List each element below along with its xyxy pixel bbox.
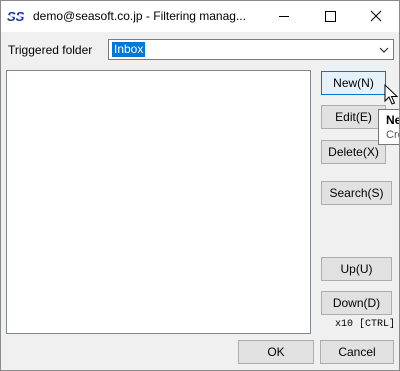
ok-button[interactable]: OK xyxy=(238,340,314,364)
cancel-button[interactable]: Cancel xyxy=(320,340,394,364)
chevron-down-icon xyxy=(379,47,389,53)
step-hint: x10 [CTRL] xyxy=(335,319,396,330)
filter-rules-list[interactable] xyxy=(6,70,311,334)
minimize-button[interactable] xyxy=(261,1,307,32)
title-bar[interactable]: SS demo@seasoft.co.jp - Filtering manag.… xyxy=(1,1,399,32)
window-title: demo@seasoft.co.jp - Filtering manag... xyxy=(33,9,246,23)
maximize-button[interactable] xyxy=(307,1,353,32)
up-button[interactable]: Up(U) xyxy=(321,257,392,281)
seasoft-logo-icon: SS xyxy=(7,9,25,23)
folder-select[interactable]: Inbox xyxy=(108,39,394,60)
delete-button[interactable]: Delete(X) xyxy=(321,140,386,164)
new-button-tooltip: Ne Cre xyxy=(378,109,400,145)
tooltip-text: Cre xyxy=(386,129,399,141)
close-icon xyxy=(370,10,382,22)
close-button[interactable] xyxy=(353,1,399,32)
triggered-folder-label: Triggered folder xyxy=(8,43,93,57)
maximize-icon xyxy=(325,11,336,22)
mouse-pointer-icon xyxy=(384,84,398,105)
search-button[interactable]: Search(S) xyxy=(321,181,392,205)
tooltip-title: Ne xyxy=(386,113,400,127)
filtering-manager-window: SS demo@seasoft.co.jp - Filtering manag.… xyxy=(0,0,400,371)
new-button[interactable]: New(N) xyxy=(321,71,386,95)
edit-button[interactable]: Edit(E) xyxy=(321,105,386,129)
minimize-icon xyxy=(279,16,289,17)
folder-select-value: Inbox xyxy=(112,42,146,57)
down-button[interactable]: Down(D) xyxy=(321,291,392,315)
